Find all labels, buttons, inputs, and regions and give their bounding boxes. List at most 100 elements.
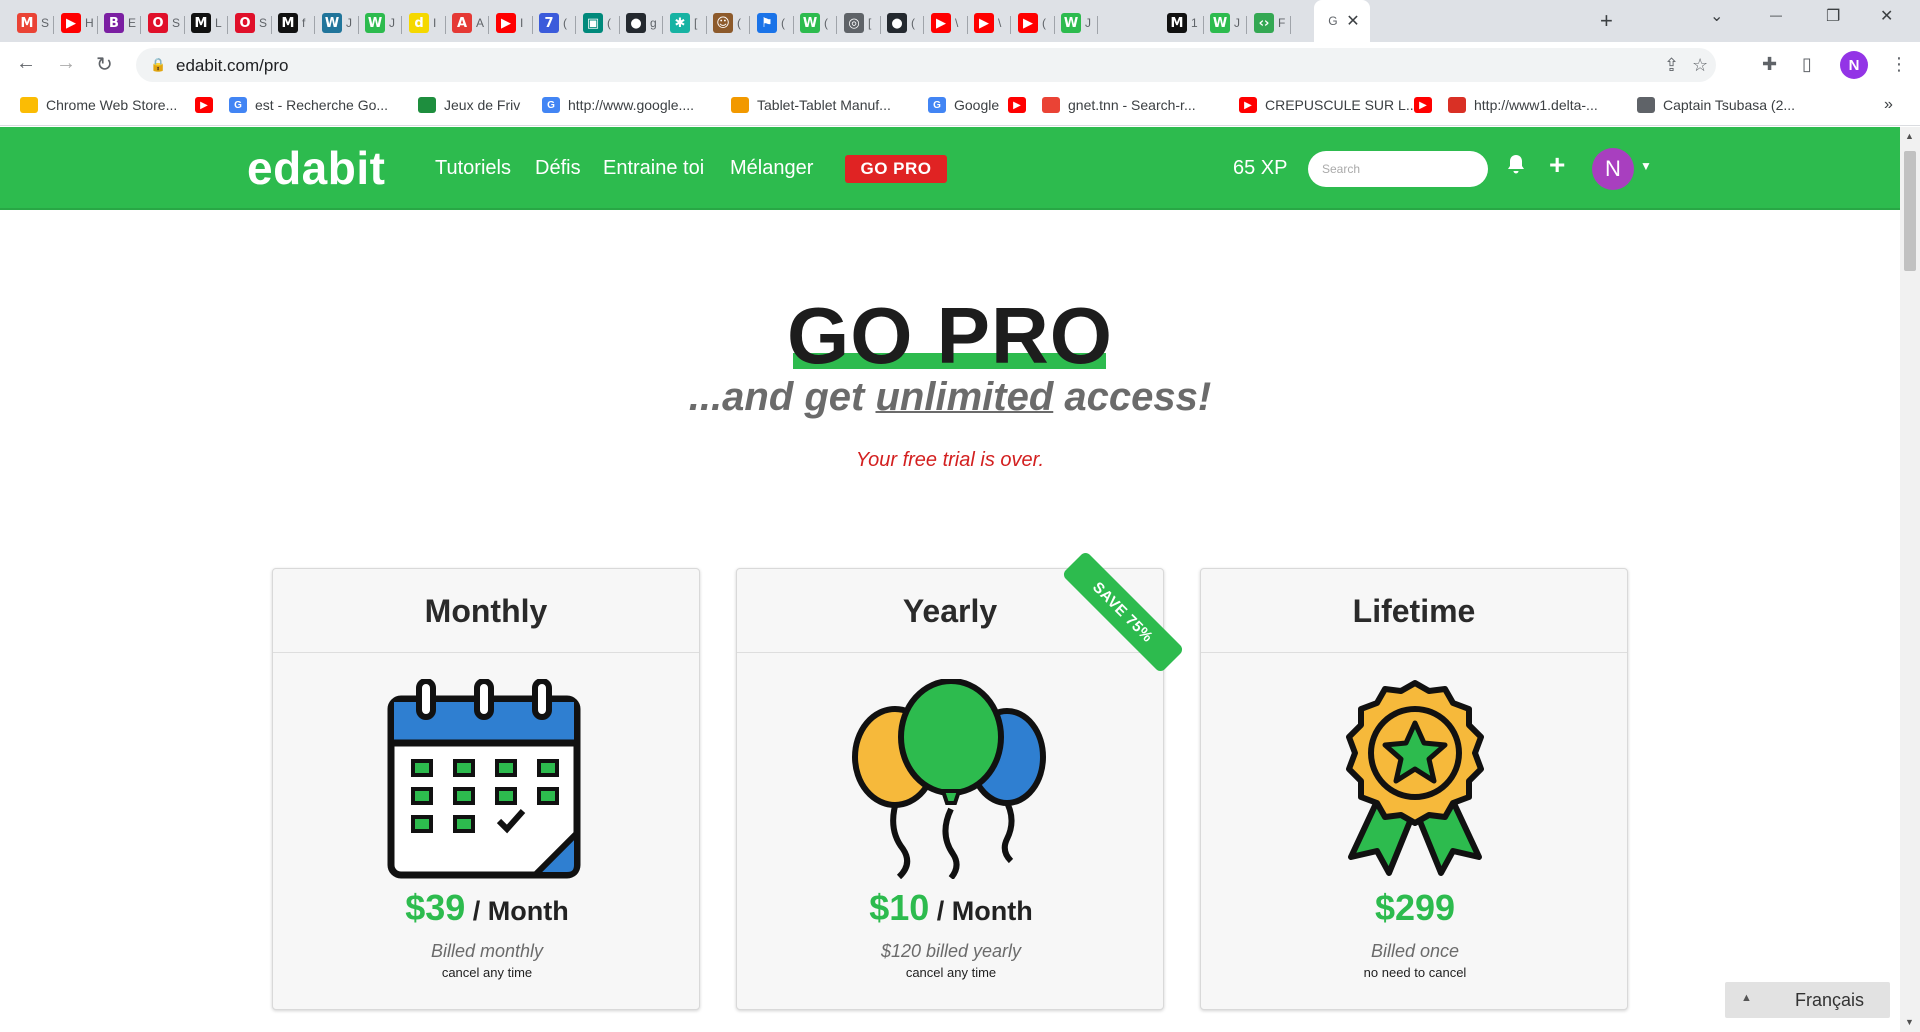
browser-tab[interactable]: ▶ I: [491, 6, 533, 40]
nav-tutoriels[interactable]: Tutoriels: [435, 157, 511, 180]
plan-name: Monthly: [273, 569, 699, 653]
tab-title: \: [955, 16, 959, 30]
bookmark-item[interactable]: gnet.tnn - Search-r...: [1042, 97, 1196, 113]
bookmark-star-icon[interactable]: ☆: [1692, 55, 1708, 76]
tablet-icon: [731, 97, 749, 113]
browser-tab[interactable]: ‹› F: [1249, 6, 1291, 40]
page-scrollbar[interactable]: ▲ ▼: [1900, 127, 1920, 1032]
tab-title: L: [215, 16, 222, 30]
back-arrow-icon[interactable]: ←: [16, 52, 36, 75]
browser-tab[interactable]: AA: [447, 6, 489, 40]
bookmark-item[interactable]: ▶ CREPUSCULE SUR L...: [1239, 97, 1417, 113]
tab-separator: [488, 16, 489, 34]
browser-tab[interactable]: ▶ \: [926, 6, 968, 40]
browser-tab[interactable]: WJ: [1056, 6, 1098, 40]
browser-tab[interactable]: ◎[: [839, 6, 881, 40]
bookmark-item[interactable]: Ghttp://www.google....: [542, 97, 694, 113]
new-tab-button[interactable]: +: [1600, 8, 1613, 34]
browser-tab[interactable]: 7(: [534, 6, 576, 40]
browser-tab[interactable]: MS: [12, 6, 54, 40]
close-tab-icon[interactable]: ✕: [1346, 11, 1359, 31]
plan-card-yearly[interactable]: Yearly SAVE 75% $10 / Month $120 billed …: [736, 550, 1185, 1010]
bookmark-item[interactable]: G Google: [928, 97, 999, 113]
side-panel-icon[interactable]: ▯: [1802, 54, 1812, 75]
search-input[interactable]: [1308, 151, 1488, 187]
bookmark-item[interactable]: ▶: [1414, 97, 1440, 113]
notification-bell-icon[interactable]: [1506, 153, 1526, 181]
browser-tab[interactable]: dI: [404, 6, 446, 40]
browser-tab[interactable]: ▶ H: [56, 6, 98, 40]
browser-tab[interactable]: BE: [99, 6, 141, 40]
bookmark-item[interactable]: ▶: [195, 97, 221, 113]
bookmark-item[interactable]: Gest - Recherche Go...: [229, 97, 388, 113]
language-selector[interactable]: ▲ Français: [1725, 982, 1890, 1018]
active-tab[interactable]: G ✕: [1314, 0, 1370, 42]
scroll-down-icon[interactable]: ▼: [1905, 1017, 1914, 1027]
tsubasa-icon: [1637, 97, 1655, 113]
tab-title: F: [1278, 16, 1286, 30]
browser-tab[interactable]: ML: [186, 6, 228, 40]
scroll-up-icon[interactable]: ▲: [1905, 131, 1914, 141]
nav-melanger[interactable]: Mélanger: [730, 157, 813, 180]
edabit-logo[interactable]: edabit: [247, 141, 385, 195]
lock-icon[interactable]: 🔒: [150, 57, 166, 73]
youtube-icon: ▶: [1414, 97, 1432, 113]
browser-tab[interactable]: WJ: [360, 6, 402, 40]
browser-tab[interactable]: ▶ \: [969, 6, 1011, 40]
browser-tab[interactable]: OS: [143, 6, 185, 40]
browser-tab[interactable]: ☺(: [708, 6, 750, 40]
language-label[interactable]: Français: [1795, 990, 1864, 1011]
browser-tab[interactable]: ▣(: [578, 6, 620, 40]
go-pro-button[interactable]: GO PRO: [845, 155, 947, 183]
bookmark-label: Tablet-Tablet Manuf...: [757, 97, 891, 113]
browser-tab[interactable]: ✱[: [665, 6, 707, 40]
menu-kebab-icon[interactable]: ⋮: [1890, 54, 1908, 75]
add-plus-icon[interactable]: +: [1549, 149, 1565, 181]
forward-arrow-icon[interactable]: →: [56, 52, 76, 75]
user-avatar[interactable]: N: [1592, 148, 1634, 190]
browser-tab[interactable]: W(: [795, 6, 837, 40]
bookmark-item[interactable]: Captain Tsubasa (2...: [1637, 97, 1795, 113]
address-bar[interactable]: 🔒 edabit.com/pro ⇪ ☆: [136, 48, 1716, 82]
scrollbar-thumb[interactable]: [1904, 151, 1916, 271]
url-text[interactable]: edabit.com/pro: [176, 56, 288, 76]
chevron-up-icon[interactable]: ▲: [1741, 992, 1752, 1004]
browser-tab[interactable]: ⚑(: [752, 6, 794, 40]
browser-profile-avatar[interactable]: N: [1840, 51, 1868, 79]
browser-tab[interactable]: ▶(: [1013, 6, 1055, 40]
minimize-button[interactable]: —: [1770, 8, 1782, 22]
billing-text: $120 billed yearly: [880, 941, 1022, 961]
tab-separator: [575, 16, 576, 34]
github-icon: ●: [887, 13, 907, 33]
browser-tab[interactable]: Mf: [273, 6, 315, 40]
browser-tab[interactable]: WJ: [317, 6, 359, 40]
share-icon[interactable]: ⇪: [1664, 55, 1679, 76]
close-window-button[interactable]: ✕: [1880, 6, 1893, 26]
bookmark-item[interactable]: Chrome Web Store...: [20, 97, 177, 113]
reload-icon[interactable]: ↻: [96, 52, 113, 77]
tab-separator: [184, 16, 185, 34]
tab-separator: [1010, 16, 1011, 34]
tab-separator: [706, 16, 707, 34]
bookmark-item[interactable]: Jeux de Friv: [418, 97, 520, 113]
chevron-down-icon[interactable]: ▼: [1640, 159, 1652, 173]
restore-button[interactable]: ❐: [1826, 6, 1840, 26]
browser-tab[interactable]: OS: [230, 6, 272, 40]
nav-defis[interactable]: Défis: [535, 157, 581, 180]
plan-card-lifetime[interactable]: Lifetime $299 Billed once no need to can…: [1200, 568, 1628, 1010]
browser-tab[interactable]: WJ: [1205, 6, 1247, 40]
browser-tab[interactable]: M1: [1162, 6, 1204, 40]
google-icon: G: [542, 97, 560, 113]
bookmark-item[interactable]: ▶: [1008, 97, 1034, 113]
bookmarks-overflow-icon[interactable]: »: [1884, 96, 1893, 114]
plan-card-monthly[interactable]: Monthly $39 / Month Billed monthly cance…: [272, 568, 700, 1010]
bookmark-item[interactable]: Tablet-Tablet Manuf...: [731, 97, 891, 113]
tab-search-chevron-icon[interactable]: ⌄: [1710, 6, 1723, 26]
google-icon: G: [928, 97, 946, 113]
browser-tab[interactable]: ●(: [882, 6, 924, 40]
extensions-puzzle-icon[interactable]: ✚: [1762, 54, 1777, 75]
browser-tab[interactable]: ● g: [621, 6, 663, 40]
nav-entraine-toi[interactable]: Entraine toi: [603, 157, 704, 180]
tab-title: [: [868, 16, 872, 30]
bookmark-item[interactable]: http://www1.delta-...: [1448, 97, 1598, 113]
